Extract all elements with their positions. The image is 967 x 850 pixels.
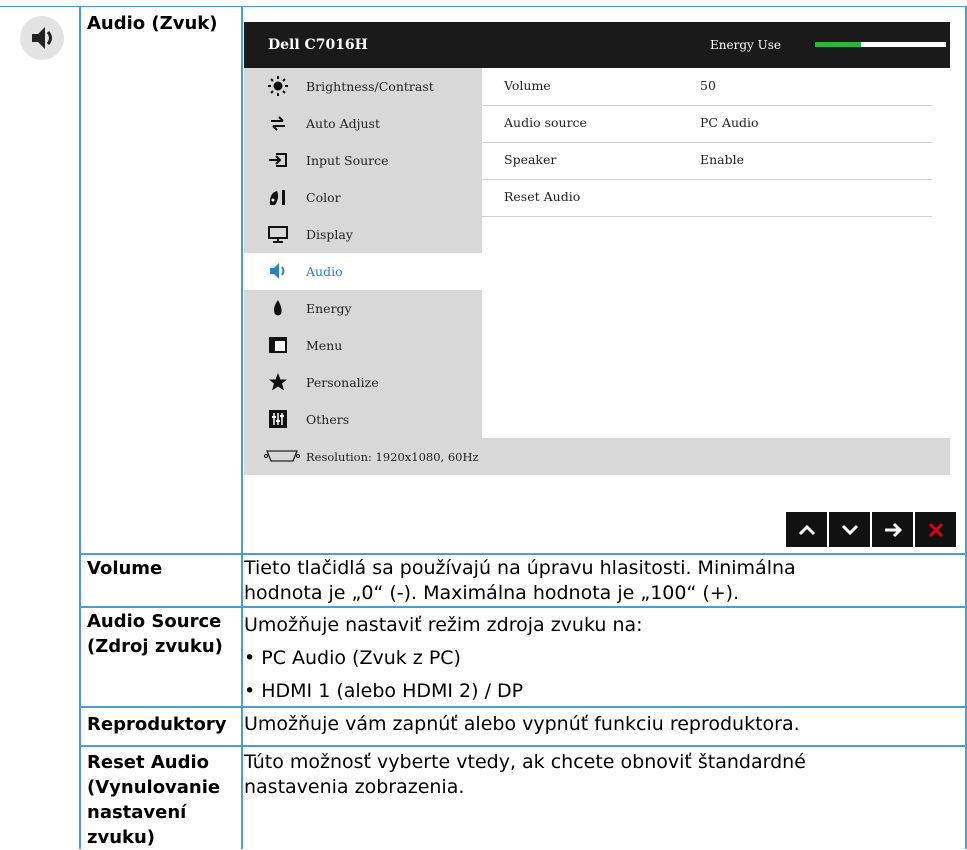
- osd-header: Dell C7016H Energy Use: [244, 22, 950, 68]
- table-col-divider-2: [241, 6, 243, 849]
- brightness-icon: [268, 76, 288, 96]
- osd-setting-reset-audio[interactable]: Reset Audio: [482, 179, 932, 217]
- osd-menu-item-label: Brightness/Contrast: [306, 79, 434, 94]
- row-divider: [79, 745, 967, 747]
- osd-setting-volume[interactable]: Volume 50: [482, 68, 932, 106]
- osd-brand: Dell C7016H: [268, 37, 368, 53]
- osd-menu-item-display[interactable]: Display: [244, 216, 482, 253]
- energy-use-meter: [815, 42, 946, 47]
- setting-name: Volume: [504, 78, 551, 93]
- row-desc-reset-audio: Túto možnosť vyberte vtedy, ak chcete ob…: [244, 750, 806, 800]
- osd-menu-item-label: Energy: [306, 301, 352, 316]
- down-button[interactable]: [829, 512, 870, 547]
- display-icon: [268, 226, 288, 243]
- exit-button[interactable]: [915, 512, 956, 547]
- energy-use-fill: [815, 42, 861, 47]
- osd-menu-item-input-source[interactable]: Input Source: [244, 142, 482, 179]
- right-arrow-icon: [884, 522, 902, 537]
- osd-menu-item-brightness-contrast[interactable]: Brightness/Contrast: [244, 68, 482, 105]
- osd-menu-item-color[interactable]: Color: [244, 179, 482, 216]
- input-source-icon: [269, 153, 287, 167]
- up-arrow-icon: [798, 524, 815, 535]
- setting-value: 50: [700, 78, 716, 93]
- auto-adjust-icon: [271, 116, 285, 131]
- label-line: Audio Source: [87, 611, 222, 632]
- osd-menu-item-personalize[interactable]: Personalize: [244, 364, 482, 401]
- row-desc-reproduktory: Umožňuje vám zapnúť alebo vypnúť funkciu…: [244, 713, 800, 735]
- osd-menu-item-label: Input Source: [306, 153, 389, 168]
- row-desc-audio-source: Umožňuje nastaviť režim zdroja zvuku na:…: [244, 609, 643, 708]
- osd-sidebar: Brightness/Contrast Auto Adjust Input So…: [244, 68, 482, 438]
- osd-menu-item-label: Personalize: [306, 375, 379, 390]
- setting-name: Audio source: [504, 115, 587, 130]
- section-title: Audio (Zvuk): [87, 13, 218, 34]
- osd-menu-item-auto-adjust[interactable]: Auto Adjust: [244, 105, 482, 142]
- desc-line: Tieto tlačidlá sa používajú na úpravu hl…: [244, 557, 796, 579]
- row-label-audio-source: Audio Source (Zdroj zvuku): [87, 609, 223, 659]
- row-divider: [79, 553, 967, 555]
- down-arrow-icon: [841, 524, 858, 535]
- right-button[interactable]: [872, 512, 913, 547]
- desc-line: hodnota je „0“ (-). Maximálna hodnota je…: [244, 582, 740, 604]
- resolution-text: Resolution: 1920x1080, 60Hz: [306, 450, 479, 464]
- osd-footer: Resolution: 1920x1080, 60Hz: [244, 438, 950, 475]
- table-top-border: [0, 6, 967, 7]
- osd-menu: Dell C7016H Energy Use Brightness/Contra…: [244, 22, 950, 475]
- desc-line: Túto možnosť vyberte vtedy, ak chcete ob…: [244, 751, 806, 773]
- osd-setting-audio-source[interactable]: Audio source PC Audio: [482, 105, 932, 143]
- desc-bullet: • HDMI 1 (alebo HDMI 2) / DP: [244, 680, 524, 702]
- osd-setting-speaker[interactable]: Speaker Enable: [482, 142, 932, 180]
- setting-name: Speaker: [504, 152, 557, 167]
- close-icon: [928, 522, 943, 537]
- osd-settings-panel: Volume 50 Audio source PC Audio Speaker …: [482, 68, 950, 438]
- label-line: (Zdroj zvuku): [87, 636, 223, 657]
- row-divider: [79, 606, 967, 608]
- label-line: zvuku): [87, 827, 156, 848]
- vga-connector-icon: [264, 450, 300, 462]
- desc-line: Umožňuje nastaviť režim zdroja zvuku na:: [244, 614, 643, 636]
- row-label-reproduktory: Reproduktory: [87, 714, 227, 735]
- audio-icon: [270, 263, 285, 279]
- setting-value: PC Audio: [700, 115, 759, 130]
- setting-value: Enable: [700, 152, 745, 167]
- color-icon: [269, 190, 285, 205]
- row-desc-volume: Tieto tlačidlá sa používajú na úpravu hl…: [244, 556, 796, 606]
- setting-name: Reset Audio: [504, 189, 581, 204]
- row-label-volume: Volume: [87, 558, 163, 579]
- label-line: (Vynulovanie: [87, 777, 221, 798]
- osd-menu-item-menu[interactable]: Menu: [244, 327, 482, 364]
- label-line: Reset Audio: [87, 752, 210, 773]
- up-button[interactable]: [786, 512, 827, 547]
- osd-menu-item-audio[interactable]: Audio: [244, 253, 482, 290]
- osd-menu-item-others[interactable]: Others: [244, 401, 482, 438]
- speaker-icon: [20, 16, 64, 60]
- osd-menu-item-label: Audio: [306, 264, 343, 279]
- osd-menu-item-label: Menu: [306, 338, 343, 353]
- desc-line: nastavenia zobrazenia.: [244, 776, 465, 798]
- table-col-divider-1: [79, 6, 81, 849]
- energy-icon: [274, 300, 282, 316]
- energy-use-label: Energy Use: [710, 38, 781, 52]
- osd-menu-item-label: Auto Adjust: [306, 116, 380, 131]
- osd-menu-item-label: Others: [306, 412, 350, 427]
- label-line: nastavení: [87, 802, 187, 823]
- osd-menu-item-energy[interactable]: Energy: [244, 290, 482, 327]
- row-label-reset-audio: Reset Audio (Vynulovanie nastavení zvuku…: [87, 750, 220, 850]
- osd-menu-item-label: Color: [306, 190, 341, 205]
- osd-menu-item-label: Display: [306, 227, 353, 242]
- personalize-icon: [269, 373, 287, 391]
- desc-bullet: • PC Audio (Zvuk z PC): [244, 647, 461, 669]
- menu-icon: [269, 337, 287, 353]
- others-icon: [269, 410, 287, 428]
